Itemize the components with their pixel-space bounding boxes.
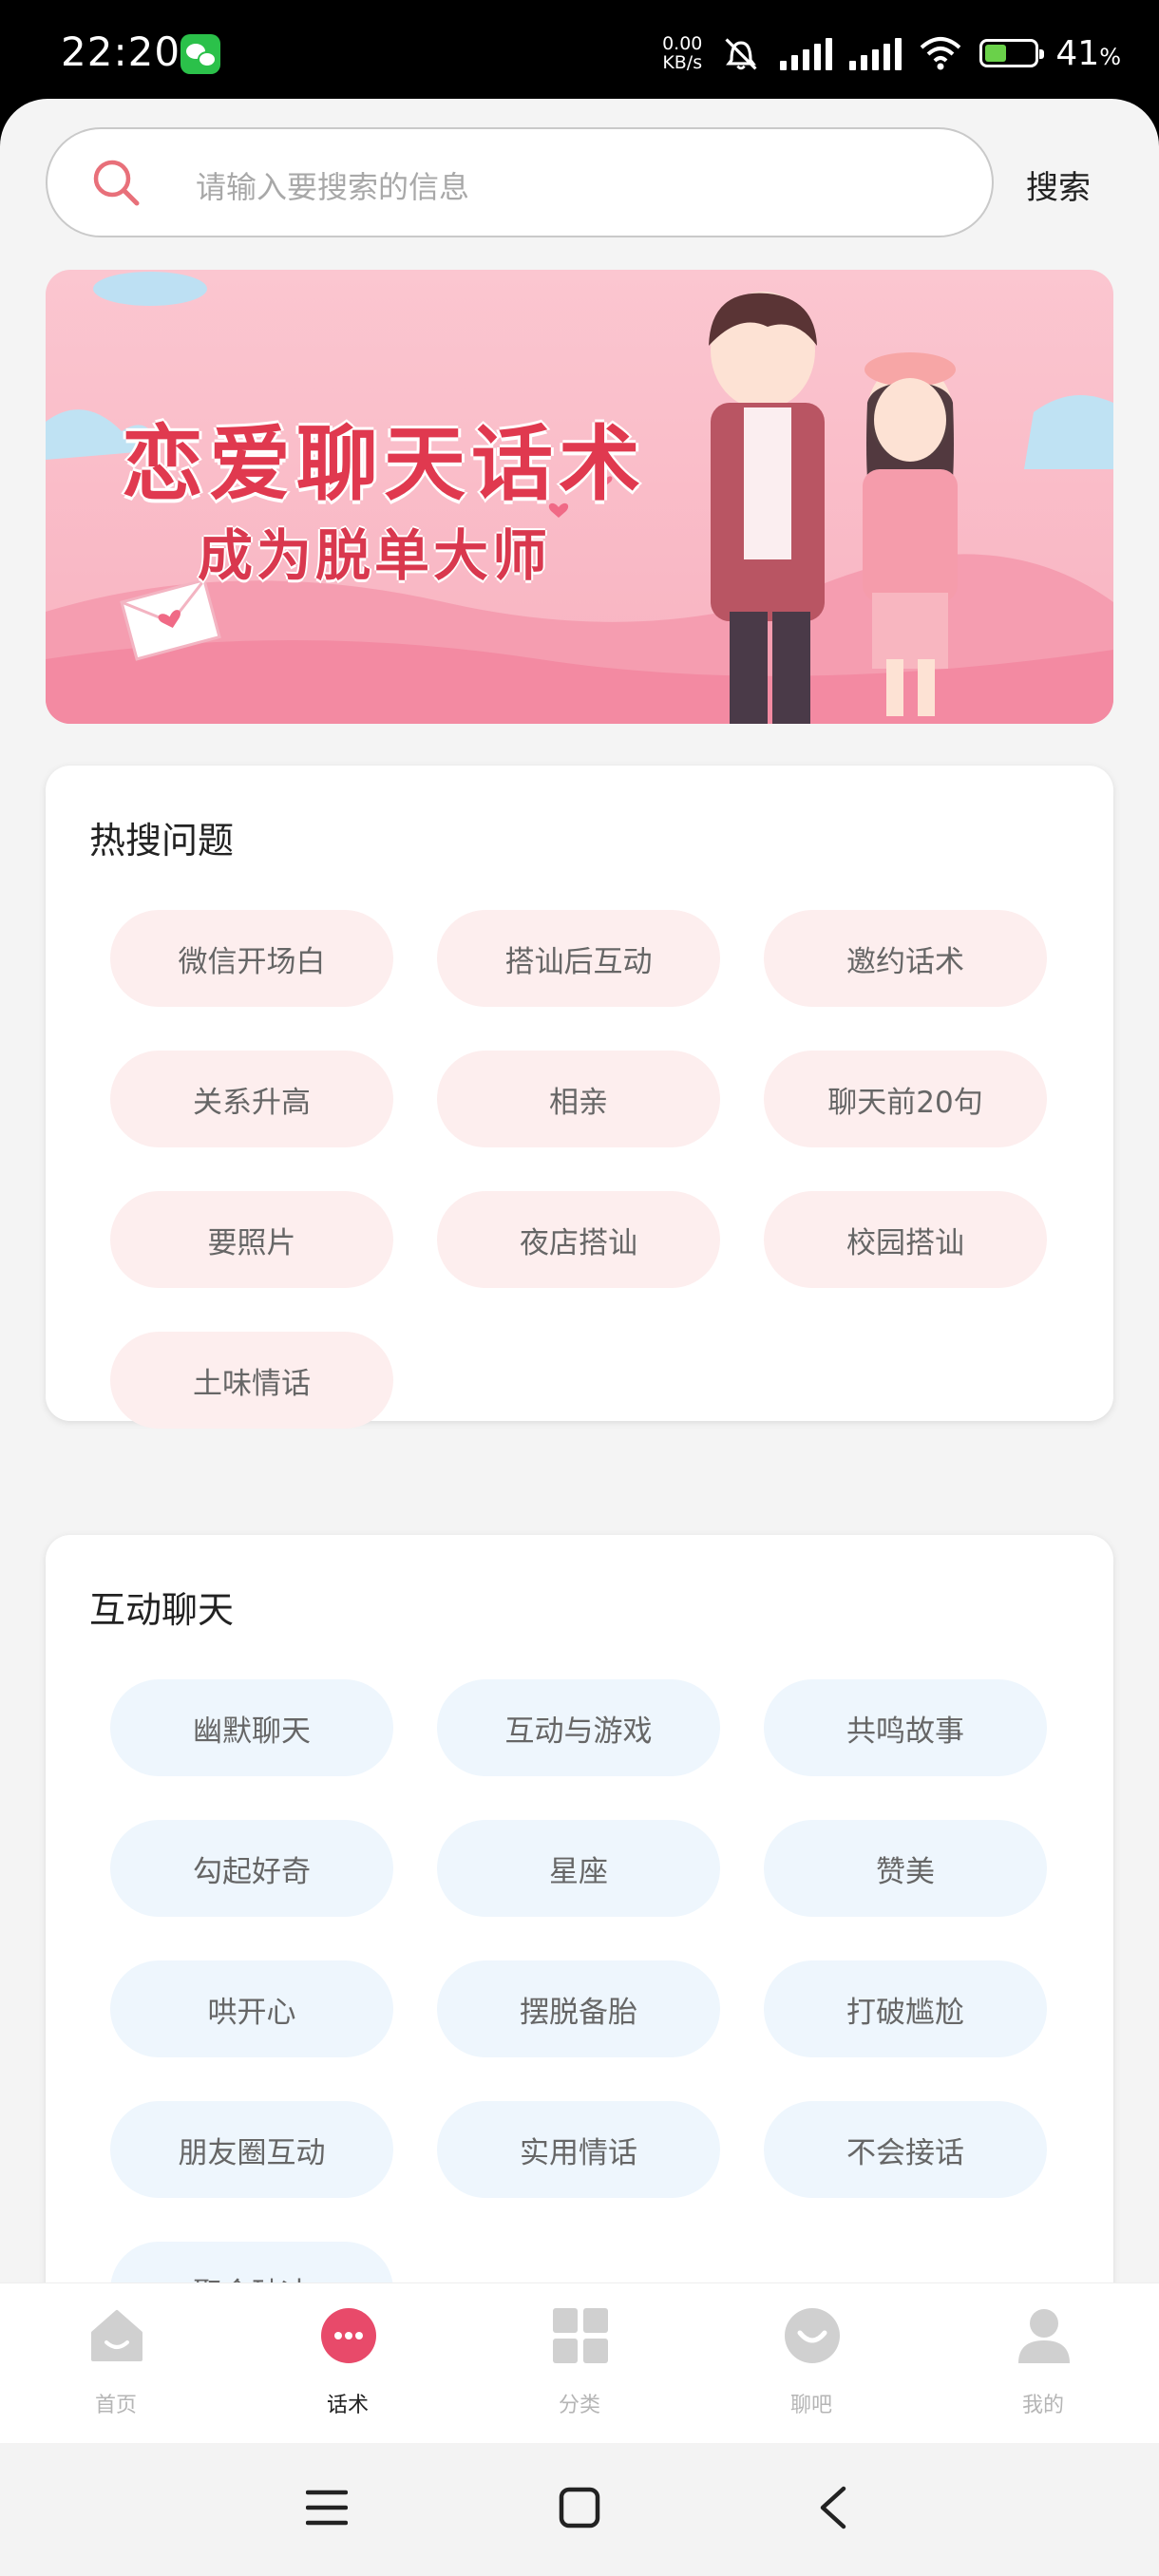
chat-tag[interactable]: 摆脱备胎 [437,1960,720,2057]
hd-signal-icon [849,36,902,70]
hot-search-card: 热搜问题 微信开场白 搭讪后互动 邀约话术 关系升高 相亲 聊天前20句 要照片… [46,766,1113,1429]
tab-label: 聊吧 [789,2394,832,2417]
search-input[interactable]: 请输入要搜索的信息 [196,163,469,207]
tab-scripts[interactable]: 话术 [232,2283,464,2443]
chat-bubble-icon [321,2308,376,2363]
search-icon [93,160,140,206]
wifi-icon [921,37,961,70]
app-screen: 请输入要搜索的信息 搜索 恋爱聊天话术 成为脱单大师 热搜问题 微信开场白 搭讪… [0,99,1159,2443]
promo-banner[interactable]: 恋爱聊天话术 成为脱单大师 [46,270,1113,724]
home-icon [91,2310,142,2361]
hot-tag[interactable]: 微信开场白 [110,910,393,1007]
status-icons: 0.00 KB/s 41% [662,27,1121,80]
chat-tag[interactable]: 幽默聊天 [110,1679,393,1776]
battery-percent-value: 41 [1055,33,1100,73]
system-nav-bar [0,2443,1159,2576]
hot-tag[interactable]: 关系升高 [110,1051,393,1147]
hot-tag[interactable]: 相亲 [437,1051,720,1147]
hot-tag[interactable]: 搭讪后互动 [437,910,720,1007]
hot-tag[interactable]: 要照片 [110,1191,393,1288]
banner-subtitle: 成为脱单大师 [198,523,552,588]
chat-tag[interactable]: 朋友圈互动 [110,2101,393,2198]
chat-tag[interactable]: 勾起好奇 [110,1820,393,1917]
tab-label: 首页 [94,2394,137,2417]
interactive-chat-title: 互动聊天 [89,1589,235,1631]
silent-alarm-icon [725,38,757,70]
network-speed-unit: KB/s [662,52,703,73]
grid-icon [553,2308,608,2363]
battery-percent: 41% [1055,34,1121,73]
battery-percent-sign: % [1099,43,1121,70]
menu-icon[interactable] [306,2487,348,2529]
tab-home[interactable]: 首页 [0,2283,232,2443]
chat-tag[interactable]: 共鸣故事 [764,1679,1047,1776]
tab-label: 我的 [1021,2394,1064,2417]
chat-tag[interactable]: 星座 [437,1820,720,1917]
search-button[interactable]: 搜索 [1026,161,1091,208]
tab-chatbar[interactable]: 聊吧 [695,2283,927,2443]
chat-tag[interactable]: 哄开心 [110,1960,393,2057]
chat-tag[interactable]: 打破尴尬 [764,1960,1047,2057]
hot-search-title: 热搜问题 [89,820,235,862]
hot-tag[interactable]: 校园搭讪 [764,1191,1047,1288]
tab-label: 话术 [326,2394,369,2417]
status-time: 22:20 [61,28,181,75]
home-nav-icon[interactable] [559,2487,600,2529]
network-speed-value: 0.00 [662,33,703,54]
battery-charging-icon [979,39,1045,67]
wechat-icon [180,34,220,74]
profile-icon [1018,2309,1070,2363]
signal-icon [780,36,833,70]
chat-tag[interactable]: 赞美 [764,1820,1047,1917]
hot-tag[interactable]: 夜店搭讪 [437,1191,720,1288]
network-speed: 0.00 KB/s [662,34,702,72]
back-icon[interactable] [815,2485,849,2530]
hot-tag[interactable]: 土味情话 [110,1332,393,1429]
tab-category[interactable]: 分类 [464,2283,695,2443]
tab-label: 分类 [558,2394,600,2417]
chat-tag[interactable]: 互动与游戏 [437,1679,720,1776]
smile-bubble-icon [785,2308,840,2363]
hot-tag[interactable]: 邀约话术 [764,910,1047,1007]
status-bar: 22:20 0.00 KB/s 41% [0,0,1159,104]
hot-tag[interactable]: 聊天前20句 [764,1051,1047,1147]
bottom-tab-bar: 首页 话术 分类 聊吧 我的 [0,2283,1159,2443]
chat-tag[interactable]: 不会接话 [764,2101,1047,2198]
tab-mine[interactable]: 我的 [927,2283,1159,2443]
search-bar[interactable]: 请输入要搜索的信息 [46,127,994,237]
banner-title: 恋爱聊天话术 [122,416,646,512]
chat-tag[interactable]: 实用情话 [437,2101,720,2198]
